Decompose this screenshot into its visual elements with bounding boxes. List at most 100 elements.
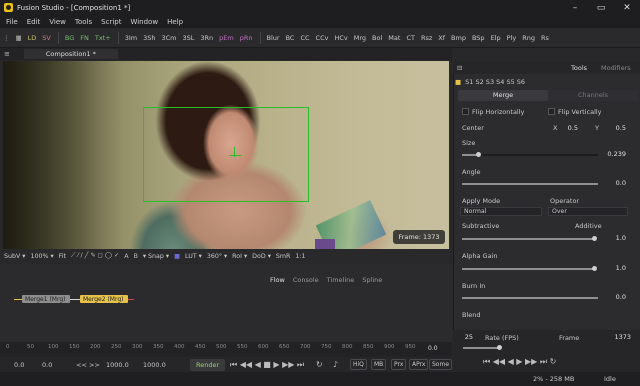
channel-a-icon[interactable]: A	[124, 253, 128, 260]
channel-b-icon[interactable]: B	[134, 253, 138, 260]
tab-spline[interactable]: Spline	[362, 276, 382, 284]
some-button[interactable]: Some	[429, 359, 453, 370]
frame-field[interactable]: 1373	[605, 333, 631, 341]
tab-menu-icon[interactable]: ≡	[4, 50, 10, 58]
tool-blur[interactable]: Blur	[267, 34, 280, 42]
alpha-gain-value[interactable]: 1.0	[598, 264, 626, 272]
fit-button[interactable]: Fit	[59, 253, 66, 260]
hiq-button[interactable]: HiQ	[350, 359, 367, 370]
subtractive-additive-slider[interactable]	[462, 236, 598, 241]
tool-3cm[interactable]: 3Cm	[161, 34, 176, 42]
panel-transport-icon[interactable]: ⏮ ◀◀ ◀ ▶ ▶▶ ⏭ ↻	[483, 357, 556, 367]
subview-dropdown[interactable]: SubV ▾	[4, 253, 25, 260]
burn-in-slider[interactable]	[462, 297, 598, 299]
tool-bg[interactable]: BG	[65, 34, 74, 42]
360-dropdown[interactable]: 360° ▾	[207, 253, 227, 260]
tool-xf[interactable]: Xf	[438, 34, 445, 42]
toolbar-grid-icon[interactable]: ▦	[16, 34, 22, 42]
roi-dropdown[interactable]: RoI ▾	[232, 253, 247, 260]
tool-rsz[interactable]: Rsz	[421, 34, 432, 42]
audio-icon[interactable]: ♪	[333, 360, 338, 369]
tool-bmp[interactable]: Bmp	[451, 34, 466, 42]
tab-merge[interactable]: Merge	[458, 90, 548, 101]
tab-modifiers[interactable]: Modifiers	[601, 64, 631, 72]
global-start-field[interactable]: 0.0	[14, 361, 24, 369]
size-slider[interactable]	[462, 152, 598, 157]
tool-ld[interactable]: LD	[28, 34, 37, 42]
menu-view[interactable]: View	[49, 18, 66, 26]
tool-3im[interactable]: 3Im	[125, 34, 137, 42]
merge-bounding-box[interactable]	[143, 107, 309, 202]
alpha-gain-knob[interactable]	[592, 266, 597, 271]
image-viewer[interactable]: Frame: 1373	[3, 61, 449, 249]
maximize-button[interactable]: ▭	[588, 0, 614, 15]
tool-ct[interactable]: CT	[406, 34, 415, 42]
panel-collapse-icon[interactable]: ⊟	[457, 64, 462, 72]
fps-field[interactable]: 25	[459, 333, 473, 341]
tool-pem[interactable]: pEm	[219, 34, 234, 42]
fps-slider-knob[interactable]	[497, 345, 502, 350]
center-y-field[interactable]: 0.5	[604, 124, 626, 132]
menu-tools[interactable]: Tools	[75, 18, 92, 26]
menu-script[interactable]: Script	[101, 18, 121, 26]
transport-controls-icon[interactable]: ⏮ ◀◀ ◀ ■ ▶ ▶▶ ⏭	[230, 360, 304, 370]
range-nav-buttons[interactable]: << >>	[76, 361, 100, 369]
tool-ccv[interactable]: CCv	[316, 34, 329, 42]
tool-bc[interactable]: BC	[286, 34, 295, 42]
flip-vertical-checkbox[interactable]	[548, 108, 555, 115]
subtractive-additive-value[interactable]: 1.0	[598, 234, 626, 242]
burn-in-value[interactable]: 0.0	[598, 293, 626, 301]
tool-sv[interactable]: SV	[42, 34, 51, 42]
tool-bsp[interactable]: BSp	[472, 34, 485, 42]
tool-cc[interactable]: CC	[300, 34, 309, 42]
tool-bol[interactable]: Bol	[372, 34, 382, 42]
minimize-button[interactable]: –	[562, 0, 588, 15]
center-x-field[interactable]: 0.5	[562, 124, 578, 132]
tool-rng[interactable]: Rng	[522, 34, 535, 42]
menu-file[interactable]: File	[6, 18, 18, 26]
tool-fn[interactable]: FN	[80, 34, 89, 42]
snap-dropdown[interactable]: ▾ Snap ▾	[143, 253, 169, 260]
dod-dropdown[interactable]: DoD ▾	[252, 253, 271, 260]
tool-3sl[interactable]: 3SL	[182, 34, 194, 42]
color-swatch-icon[interactable]: ■	[174, 253, 180, 260]
aprx-button[interactable]: APrx	[409, 359, 429, 370]
tab-tools[interactable]: Tools	[571, 64, 587, 72]
tool-hcv[interactable]: HCv	[334, 34, 347, 42]
tab-composition1[interactable]: Composition1 *	[23, 49, 118, 59]
pen-tools-icon[interactable]: ⟋ ⁄ ∕ ╱ ✎ ◻ ◯ ✓	[71, 252, 119, 260]
lut-dropdown[interactable]: LUT ▾	[185, 253, 202, 260]
tool-3sh[interactable]: 3Sh	[143, 34, 155, 42]
fps-slider[interactable]	[463, 345, 502, 350]
tool-mat[interactable]: Mat	[388, 34, 400, 42]
tab-channels[interactable]: Channels	[548, 90, 638, 101]
loop-icon[interactable]: ↻	[316, 360, 323, 369]
subtractive-additive-knob[interactable]	[592, 236, 597, 241]
close-button[interactable]: ✕	[614, 0, 640, 15]
smr-button[interactable]: SmR	[276, 253, 291, 260]
render-end-field[interactable]: 1000.0	[106, 361, 129, 369]
tool-txt[interactable]: Txt+	[95, 34, 111, 42]
tool-prn[interactable]: pRn	[240, 34, 253, 42]
tab-flow[interactable]: Flow	[270, 276, 285, 284]
flip-horizontal-checkbox[interactable]	[462, 108, 469, 115]
render-button[interactable]: Render	[190, 358, 226, 371]
one-to-one-button[interactable]: 1:1	[295, 253, 305, 260]
tool-3rn[interactable]: 3Rn	[200, 34, 213, 42]
prx-button[interactable]: Prx	[391, 359, 407, 370]
mb-button[interactable]: MB	[371, 359, 387, 370]
tool-mrg[interactable]: Mrg	[354, 34, 366, 42]
alpha-gain-slider[interactable]	[462, 266, 598, 271]
menu-edit[interactable]: Edit	[27, 18, 41, 26]
merge1-node[interactable]: Merge1 (Mrg)	[22, 295, 70, 303]
render-start-field[interactable]: 0.0	[42, 361, 52, 369]
tool-ply[interactable]: Ply	[507, 34, 517, 42]
angle-slider[interactable]	[462, 183, 598, 185]
size-value[interactable]: 0.239	[598, 150, 626, 158]
view-slots[interactable]: S1 S2 S3 S4 S5 S6	[465, 78, 525, 86]
tool-rs[interactable]: Rs	[541, 34, 549, 42]
operator-dropdown[interactable]: Over	[548, 207, 628, 216]
angle-value[interactable]: 0.0	[598, 179, 626, 187]
menu-help[interactable]: Help	[167, 18, 183, 26]
tab-console[interactable]: Console	[293, 276, 319, 284]
